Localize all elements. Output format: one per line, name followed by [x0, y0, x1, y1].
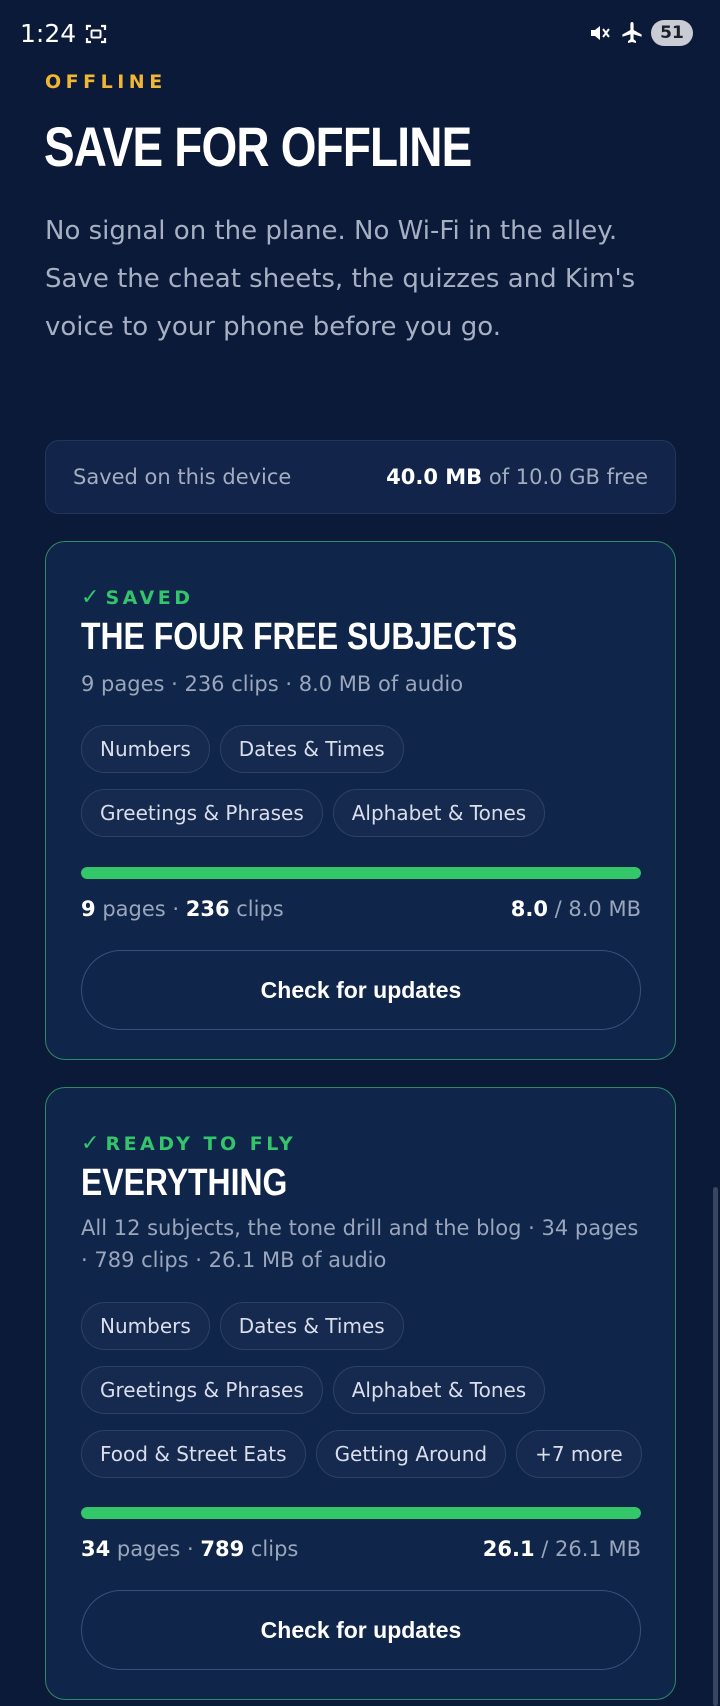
downloaded-size: 26.1: [482, 1537, 535, 1561]
page-intro: No signal on the plane. No Wi-Fi in the …: [45, 216, 636, 342]
pack-counts: 34 pages · 789 clips: [81, 1537, 299, 1561]
storage-usage: 40.0 MB of 10.0 GB free: [386, 465, 648, 489]
offline-screen: 1:24 51 OFFLINE SAVE FOR OFFLINE No sign…: [0, 0, 720, 1706]
check-icon: ✓: [81, 585, 100, 610]
pack-size: 8.0 / 8.0 MB: [511, 897, 641, 921]
clips-count: 789: [200, 1537, 245, 1561]
subject-chip[interactable]: Greetings & Phrases: [81, 789, 323, 837]
pages-label: pages: [116, 1537, 181, 1561]
subject-chip[interactable]: Alphabet & Tones: [332, 1366, 546, 1414]
subject-chip-list: Numbers Dates & Times Greetings & Phrase…: [81, 1302, 651, 1478]
download-progress-bar: [81, 867, 641, 879]
pack-description: All 12 subjects, the tone drill and the …: [81, 1216, 639, 1272]
pack-status-label: READY TO FLY: [105, 1133, 297, 1155]
storage-free: of 10.0 GB free: [488, 465, 648, 489]
status-time: 1:24: [20, 19, 77, 48]
pack-card-everything: ✓ READY TO FLY EVERYTHING All 12 subjects…: [45, 1087, 676, 1700]
status-icons: 51: [587, 20, 693, 46]
download-progress-fill: [81, 1507, 641, 1519]
clips-count: 236: [185, 897, 230, 921]
pack-stats: 9 pages · 236 clips 8.0 / 8.0 MB: [81, 897, 641, 921]
pack-title: EVERYTHING: [81, 1162, 288, 1204]
page-title: SAVE FOR OFFLINE: [44, 115, 472, 178]
airplane-mode-icon: [622, 22, 642, 43]
subject-chip-list: Numbers Dates & Times Greetings & Phrase…: [81, 725, 651, 837]
clips-label: clips: [250, 1537, 299, 1561]
pack-title: THE FOUR FREE SUBJECTS: [81, 616, 518, 658]
pages-label: pages: [102, 897, 166, 921]
muted-icon: [591, 26, 610, 40]
total-size: / 8.0 MB: [554, 897, 641, 921]
pages-count: 9: [81, 897, 96, 921]
subject-chip[interactable]: Dates & Times: [219, 1302, 404, 1350]
subject-chip[interactable]: Numbers: [81, 1302, 210, 1350]
pack-size: 26.1 / 26.1 MB: [483, 1537, 641, 1561]
screenshot-icon: [85, 24, 107, 44]
subject-chip[interactable]: Greetings & Phrases: [81, 1366, 323, 1414]
downloaded-size: 8.0: [510, 897, 548, 921]
subject-chip[interactable]: Getting Around: [315, 1430, 507, 1478]
subject-chip[interactable]: Food & Street Eats: [81, 1430, 306, 1478]
download-progress-bar: [81, 1507, 641, 1519]
pack-counts: 9 pages · 236 clips: [81, 897, 284, 921]
status-bar: 1:24 51: [0, 0, 720, 70]
pack-description: 9 pages · 236 clips · 8.0 MB of audio: [81, 672, 464, 696]
pack-status: ✓ SAVED: [81, 585, 194, 610]
storage-label: Saved on this device: [73, 465, 292, 489]
more-subjects-chip[interactable]: +7 more: [516, 1430, 642, 1478]
pages-count: 34: [81, 1537, 111, 1561]
pack-status-label: SAVED: [105, 587, 194, 609]
subject-chip[interactable]: Numbers: [81, 725, 210, 773]
check-icon: ✓: [81, 1131, 100, 1156]
total-size: / 26.1 MB: [541, 1537, 641, 1561]
check-for-updates-button[interactable]: Check for updates: [81, 950, 641, 1030]
subject-chip[interactable]: Dates & Times: [219, 725, 404, 773]
storage-used: 40.0 MB: [386, 465, 483, 489]
clips-label: clips: [236, 897, 284, 921]
scrollbar-thumb[interactable]: [713, 1187, 718, 1706]
pack-card-free-subjects: ✓ SAVED THE FOUR FREE SUBJECTS 9 pages · …: [45, 541, 676, 1060]
pack-status: ✓ READY TO FLY: [81, 1131, 296, 1156]
pack-stats: 34 pages · 789 clips 26.1 / 26.1 MB: [81, 1537, 641, 1561]
check-for-updates-button[interactable]: Check for updates: [81, 1590, 641, 1670]
download-progress-fill: [81, 867, 641, 879]
subject-chip[interactable]: Alphabet & Tones: [332, 789, 546, 837]
section-eyebrow: OFFLINE: [45, 71, 167, 93]
battery-indicator: 51: [651, 20, 693, 46]
storage-summary: Saved on this device 40.0 MB of 10.0 GB …: [45, 440, 676, 514]
